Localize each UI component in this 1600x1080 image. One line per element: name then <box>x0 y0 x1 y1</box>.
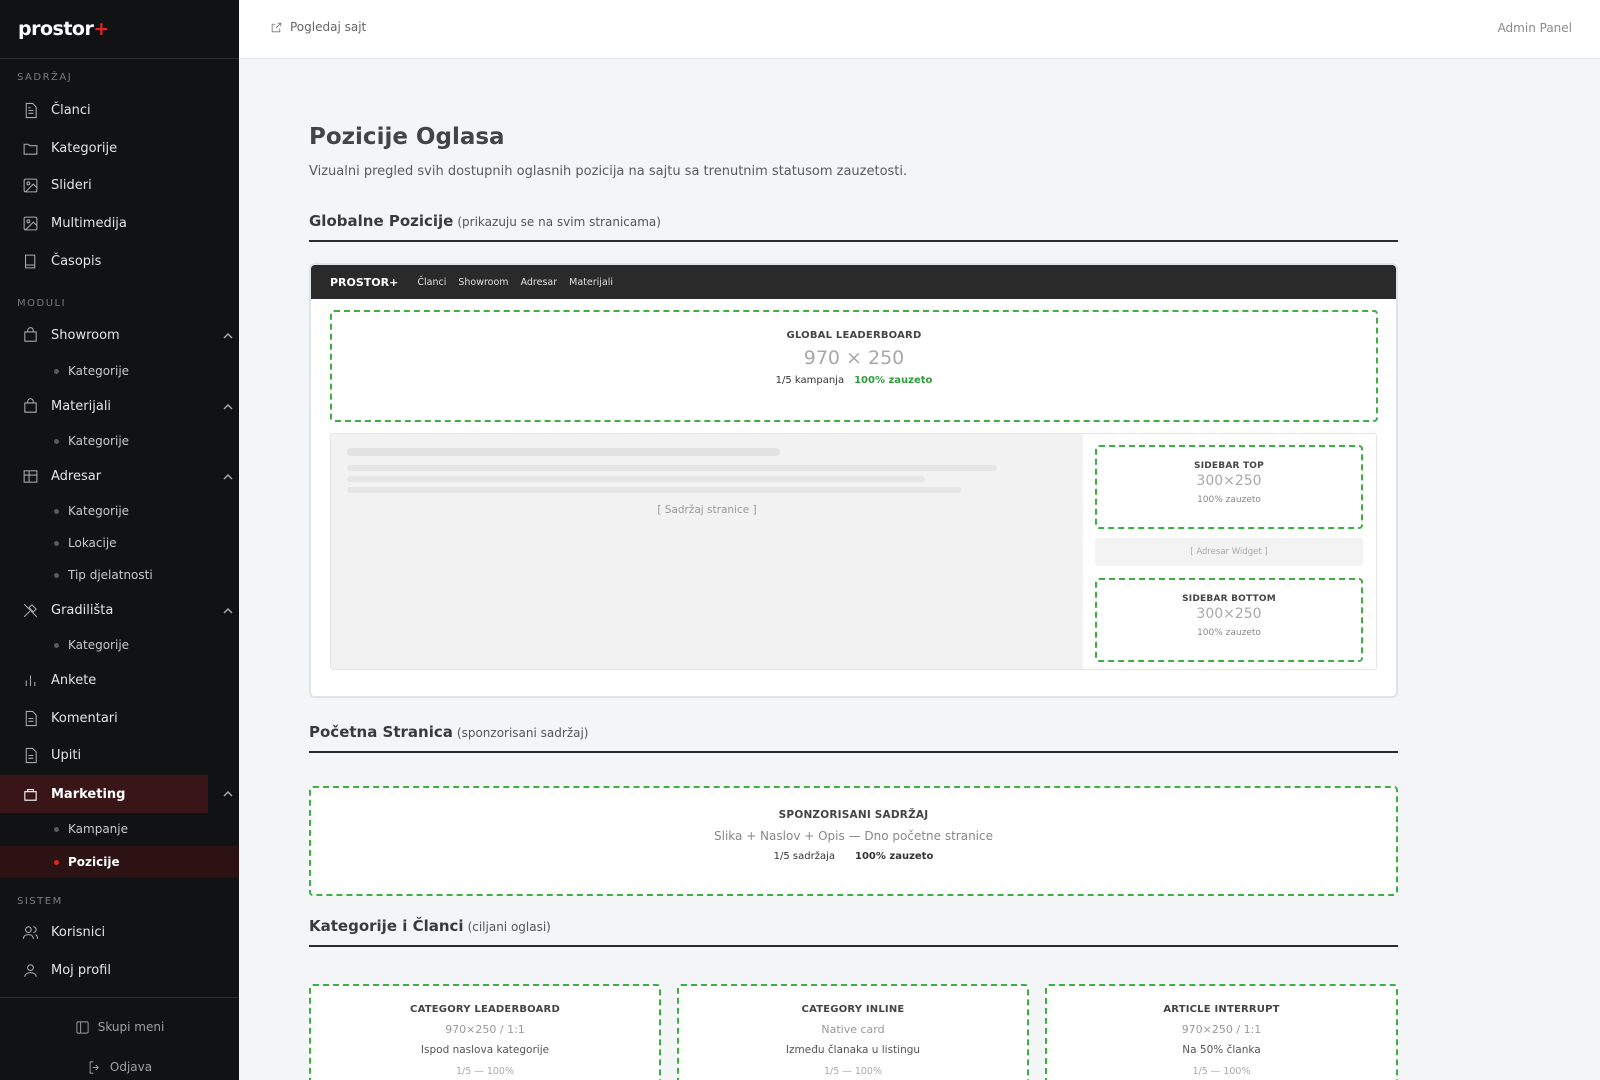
slot-sidebar-top[interactable]: SIDEBAR TOP 300×250 100% zauzeto <box>1095 445 1363 529</box>
slot-article-interrupt[interactable]: ARTICLE INTERRUPT 970×250 / 1:1 Na 50% č… <box>1045 984 1398 1080</box>
slot-size: 970 × 250 <box>803 347 905 369</box>
mock-navbar: PROSTOR+ Članci Showroom Adresar Materij… <box>311 265 1396 299</box>
placeholder-line <box>347 465 997 471</box>
sidebar-subitem-showroom-categories[interactable]: Kategorije <box>0 356 239 386</box>
chevron-up-icon[interactable] <box>223 401 233 411</box>
placeholder-line <box>347 476 925 482</box>
bullet-icon <box>54 540 59 546</box>
sidebar-divider <box>0 997 239 998</box>
section-label-system: SISTEM <box>17 896 63 907</box>
sidebar-subitem-directory-locations[interactable]: Lokacije <box>0 528 239 558</box>
mock-nav-item: Članci <box>417 276 447 288</box>
sidebar-item-sliders[interactable]: Slideri <box>0 167 239 203</box>
mock-nav-item: Showroom <box>458 276 509 288</box>
logout-icon <box>89 1060 99 1074</box>
bullet-icon <box>54 859 59 865</box>
slot-sidebar-bottom[interactable]: SIDEBAR BOTTOM 300×250 100% zauzeto <box>1095 578 1363 662</box>
sidebar-item-inquiries[interactable]: Upiti <box>0 737 239 773</box>
external-link-icon <box>271 22 282 32</box>
bar-chart-icon <box>22 672 39 689</box>
sidebar-subitem-directory-activity[interactable]: Tip djelatnosti <box>0 560 239 590</box>
users-icon <box>22 924 39 941</box>
widget-placeholder: [ Adresar Widget ] <box>1095 538 1363 566</box>
section-header-categories: Kategorije i Članci (ciljani oglasi) <box>309 917 1398 947</box>
page-description: Vizualni pregled svih dostupnih oglasnih… <box>309 164 908 179</box>
topbar: Pogledaj sajt Admin Panel <box>239 0 1600 59</box>
logout-button[interactable]: Odjava <box>0 1058 239 1076</box>
sidebar-item-profile[interactable]: Moj profil <box>0 952 239 988</box>
sidebar-item-articles[interactable]: Članci <box>0 92 239 128</box>
sidebar-item-showroom[interactable]: Showroom <box>0 317 239 353</box>
chevron-up-icon[interactable] <box>223 605 233 615</box>
document-icon <box>22 102 39 119</box>
slot-stats: 1/5 kampanja 100% zauzeto <box>775 375 933 386</box>
mock-sidebar: SIDEBAR TOP 300×250 100% zauzeto [ Adres… <box>1083 434 1376 669</box>
bullet-icon <box>54 642 59 648</box>
section-label-modules: MODULI <box>17 298 67 309</box>
bullet-icon <box>54 438 59 444</box>
sidebar: prostor+ SADRŽAJ Članci Kategorije Slide… <box>0 0 239 1080</box>
chevron-up-icon[interactable] <box>223 788 233 798</box>
sidebar-item-users[interactable]: Korisnici <box>0 914 239 950</box>
mock-content-area: [ Sadržaj stranice ] SIDEBAR TOP 300×250… <box>330 433 1377 670</box>
sidebar-subitem-campaigns[interactable]: Kampanje <box>0 814 239 844</box>
sidebar-item-media[interactable]: Multimedija <box>0 205 239 241</box>
section-header-global: Globalne Pozicije (prikazuju se na svim s… <box>309 212 1398 242</box>
sidebar-subitem-positions[interactable]: Pozicije <box>0 846 239 878</box>
sidebar-subitem-directory-categories[interactable]: Kategorije <box>0 496 239 526</box>
sidebar-item-marketing[interactable]: Marketing <box>0 775 233 813</box>
sidebar-item-directory[interactable]: Adresar <box>0 458 239 494</box>
browser-mockup: PROSTOR+ Članci Showroom Adresar Materij… <box>309 263 1398 698</box>
chevron-up-icon[interactable] <box>223 330 233 340</box>
chevron-up-icon[interactable] <box>223 471 233 481</box>
package-icon <box>22 397 39 415</box>
main-content: Pozicije Oglasa Vizualni pregled svih do… <box>239 59 1600 1080</box>
sidebar-item-categories[interactable]: Kategorije <box>0 130 239 166</box>
slot-sponsored-content[interactable]: SPONZORISANI SADRŽAJ Slika + Naslov + Op… <box>309 786 1398 896</box>
section-label-content: SADRŽAJ <box>17 72 73 83</box>
tools-icon <box>22 602 39 619</box>
placeholder-line <box>347 487 961 493</box>
section-header-home: Početna Stranica (sponzorisani sadržaj) <box>309 723 1398 753</box>
placeholder-line <box>347 448 780 456</box>
bullet-icon <box>54 368 59 374</box>
shopping-bag-icon <box>22 326 39 344</box>
bullet-icon <box>54 826 59 832</box>
mock-nav-item: Materijali <box>569 276 614 288</box>
sidebar-item-materials[interactable]: Materijali <box>0 388 239 424</box>
slot-category-leaderboard[interactable]: CATEGORY LEADERBOARD 970×250 / 1:1 Ispod… <box>309 984 661 1080</box>
view-site-link[interactable]: Pogledaj sajt <box>270 20 366 34</box>
sidebar-item-sites[interactable]: Gradilišta <box>0 592 239 628</box>
mock-nav-item: Adresar <box>520 276 558 288</box>
sidebar-item-magazine[interactable]: Časopis <box>0 243 239 279</box>
sidebar-subitem-materials-categories[interactable]: Kategorije <box>0 426 239 456</box>
sidebar-subitem-sites-categories[interactable]: Kategorije <box>0 630 239 660</box>
bullet-icon <box>54 508 59 514</box>
comment-doc-icon <box>22 710 39 727</box>
slot-category-inline[interactable]: CATEGORY INLINE Native card Između člana… <box>677 984 1029 1080</box>
admin-panel-label: Admin Panel <box>1497 21 1572 35</box>
book-icon <box>22 253 39 270</box>
slot-global-leaderboard[interactable]: GLOBAL LEADERBOARD 970 × 250 1/5 kampanj… <box>330 310 1378 422</box>
content-placeholder: [ Sadržaj stranice ] <box>657 504 757 516</box>
collapse-menu-button[interactable]: Skupi meni <box>0 1018 239 1036</box>
table-icon <box>22 468 39 485</box>
media-icon <box>22 215 39 232</box>
mock-brand: PROSTOR+ <box>330 275 399 289</box>
sidebar-toggle-icon <box>76 1020 89 1034</box>
image-icon <box>22 177 39 194</box>
briefcase-icon <box>22 786 39 803</box>
sidebar-item-polls[interactable]: Ankete <box>0 662 239 698</box>
sidebar-item-comments[interactable]: Komentari <box>0 700 239 736</box>
page-title: Pozicije Oglasa <box>309 124 505 150</box>
user-icon <box>22 962 39 979</box>
folder-icon <box>22 140 39 157</box>
inquiry-doc-icon <box>22 747 39 764</box>
bullet-icon <box>54 572 59 578</box>
logo[interactable]: prostor+ <box>0 0 239 59</box>
